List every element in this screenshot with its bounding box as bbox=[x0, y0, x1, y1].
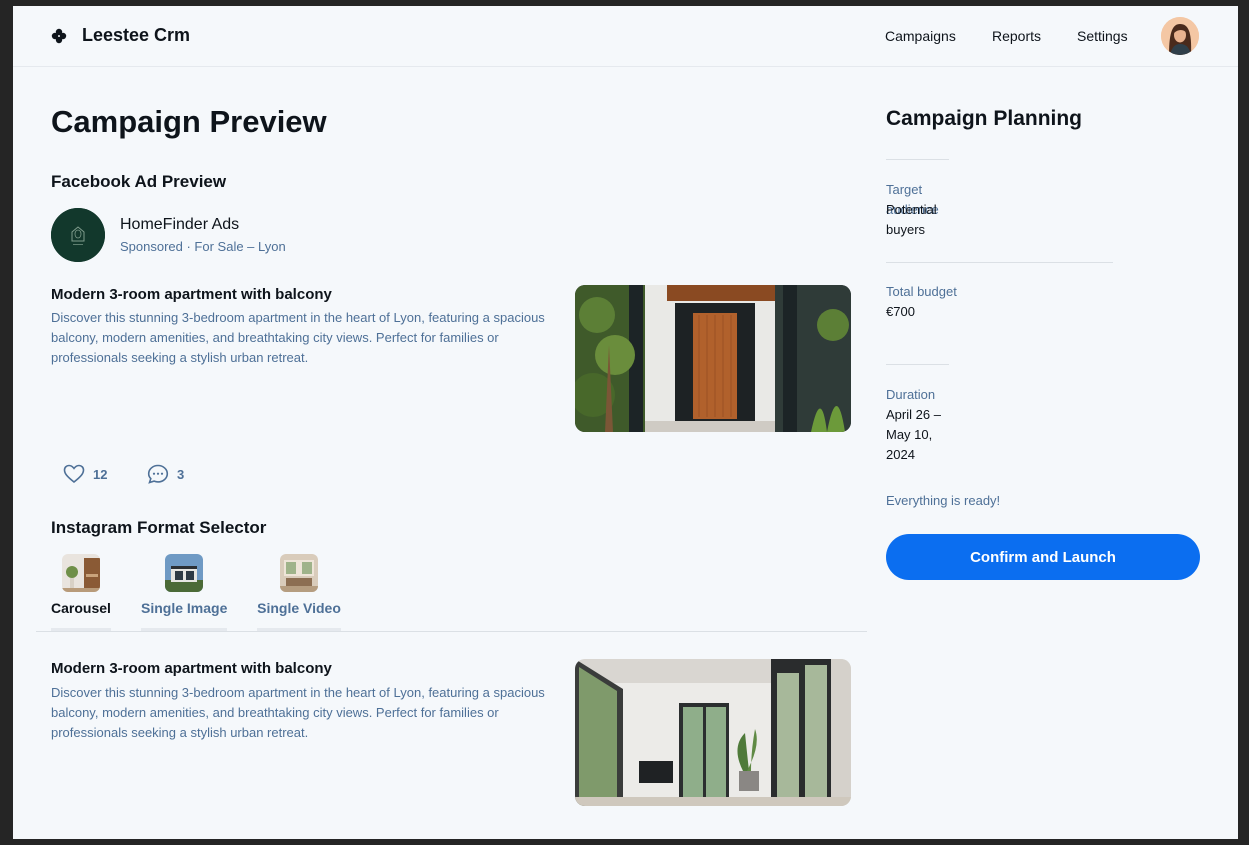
nav-settings[interactable]: Settings bbox=[1077, 28, 1128, 44]
divider bbox=[886, 262, 1113, 263]
carousel-thumbnail bbox=[62, 554, 100, 592]
facebook-post-body: Discover this stunning 3-bedroom apartme… bbox=[51, 310, 545, 365]
like-button[interactable]: 12 bbox=[63, 464, 107, 484]
confirm-launch-button[interactable]: Confirm and Launch bbox=[886, 534, 1200, 580]
duration-value: April 26 – May 10, 2024 bbox=[886, 407, 941, 462]
advertiser-name[interactable]: HomeFinder Ads bbox=[120, 216, 239, 234]
tab-single-video-label: Single Video bbox=[257, 600, 341, 616]
user-avatar-image bbox=[1161, 17, 1199, 55]
tab-carousel[interactable]: Carousel bbox=[51, 554, 111, 616]
instagram-post-heading: Modern 3-room apartment with balcony bbox=[51, 660, 332, 677]
facebook-post-heading: Modern 3-room apartment with balcony bbox=[51, 286, 332, 303]
budget-label: Total budget bbox=[886, 284, 957, 299]
comment-count: 3 bbox=[177, 466, 185, 482]
house-entrance-photo bbox=[575, 285, 851, 432]
living-room-photo bbox=[575, 659, 851, 806]
tab-single-image-label: Single Image bbox=[141, 600, 228, 616]
heart-icon bbox=[63, 464, 85, 484]
like-count: 12 bbox=[93, 466, 108, 482]
tab-single-image[interactable]: Single Image bbox=[141, 554, 227, 616]
divider bbox=[886, 159, 949, 160]
sponsored-label: Sponsored · For Sale – Lyon bbox=[120, 239, 286, 254]
brand-name[interactable]: Leestee Crm bbox=[82, 25, 190, 46]
house-emblem-icon bbox=[51, 208, 105, 262]
facebook-section-title: Facebook Ad Preview bbox=[51, 172, 227, 191]
divider bbox=[886, 364, 949, 365]
budget-value: €700 bbox=[886, 304, 915, 319]
instagram-ad-image bbox=[575, 659, 851, 806]
single-video-thumbnail bbox=[280, 554, 318, 592]
advertiser-logo bbox=[51, 208, 105, 262]
instagram-post-body: Discover this stunning 3-bedroom apartme… bbox=[51, 685, 545, 740]
nav-campaigns[interactable]: Campaigns bbox=[885, 28, 956, 44]
target-label: Target bbox=[886, 182, 923, 197]
facebook-ad-image bbox=[575, 285, 851, 432]
tab-carousel-label: Carousel bbox=[51, 600, 111, 616]
page-title: Campaign Preview bbox=[51, 104, 327, 139]
clover-icon bbox=[51, 28, 67, 44]
tab-single-video[interactable]: Single Video bbox=[257, 554, 341, 616]
app-window: Leestee Crm Campaigns Reports Settings C… bbox=[13, 6, 1238, 839]
sidebar-title: Campaign Planning bbox=[886, 107, 1083, 130]
target-value: Potential buyers bbox=[886, 202, 937, 237]
single-image-thumbnail bbox=[165, 554, 203, 592]
comment-button[interactable]: 3 bbox=[147, 464, 184, 484]
nav-reports[interactable]: Reports bbox=[992, 28, 1041, 44]
comment-icon bbox=[147, 464, 169, 484]
user-avatar[interactable] bbox=[1161, 17, 1199, 55]
top-bar: Leestee Crm Campaigns Reports Settings bbox=[13, 6, 1238, 67]
instagram-section-title: Instagram Format Selector bbox=[51, 518, 267, 537]
ready-status: Everything is ready! bbox=[886, 493, 1001, 508]
tabs-divider bbox=[36, 631, 867, 632]
duration-label: Duration bbox=[886, 387, 936, 402]
